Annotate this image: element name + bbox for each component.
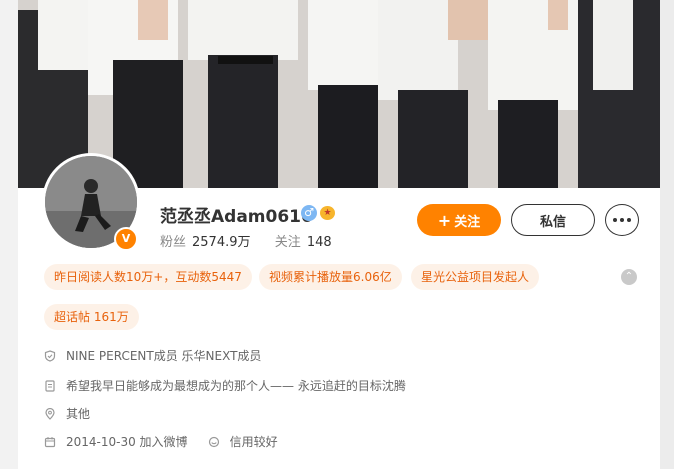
info-joined: 2014-10-30 加入微博 信用较好 [44, 433, 278, 450]
tag-charity[interactable]: 星光公益项目发起人 [411, 264, 540, 290]
more-dots-icon [613, 218, 617, 222]
bio-text: 希望我早日能够成为最想成为的那个人—— 永远追赶的目标沈腾 [66, 379, 406, 393]
document-icon [44, 379, 56, 392]
tag-read-stats[interactable]: 昨日阅读人数10万+，互动数5447 [44, 264, 252, 290]
fans-count[interactable]: 2574.9万 [192, 235, 251, 250]
emoji-badge-icon: ★ [320, 206, 335, 220]
profile-name: 范丞丞Adam0616 [160, 207, 313, 227]
fans-label: 粉丝 [160, 235, 187, 250]
location-text: 其他 [66, 407, 91, 421]
profile-stats: 粉丝 2574.9万 关注 148 [160, 231, 332, 250]
credit-text: 信用较好 [229, 435, 278, 449]
tag-supertopic[interactable]: 超话帖 161万 [44, 304, 139, 330]
tag-video-plays[interactable]: 视频累计播放量6.06亿 [259, 264, 402, 290]
shield-icon [44, 349, 56, 362]
info-identity: NINE PERCENT成员 乐华NEXT成员 [44, 347, 261, 364]
identity-text: NINE PERCENT成员 乐华NEXT成员 [66, 349, 262, 363]
follow-button-label: 关注 [454, 214, 481, 230]
right-panel-edge [660, 0, 674, 469]
male-icon: ♂ [301, 205, 317, 221]
collapse-icon[interactable]: ⌃ [621, 269, 637, 285]
info-location: 其他 [44, 405, 90, 422]
following-label: 关注 [274, 235, 301, 250]
calendar-icon [44, 436, 56, 448]
profile-card: V 范丞丞Adam0616 ♂ ★ 粉丝 2574.9万 关注 148 + 关注 私… [18, 0, 660, 469]
follow-button[interactable]: + 关注 [417, 204, 501, 236]
message-button[interactable]: 私信 [511, 204, 595, 236]
joined-text: 2014-10-30 加入微博 [66, 435, 188, 449]
plus-icon: + [437, 210, 452, 230]
info-bio: 希望我早日能够成为最想成为的那个人—— 永远追赶的目标沈腾 [44, 377, 406, 394]
more-options-button[interactable] [605, 204, 639, 236]
message-button-label: 私信 [539, 214, 566, 230]
verified-badge-icon: V [114, 227, 138, 251]
credit-icon [208, 436, 220, 448]
following-count[interactable]: 148 [307, 235, 332, 250]
location-pin-icon [44, 407, 56, 420]
